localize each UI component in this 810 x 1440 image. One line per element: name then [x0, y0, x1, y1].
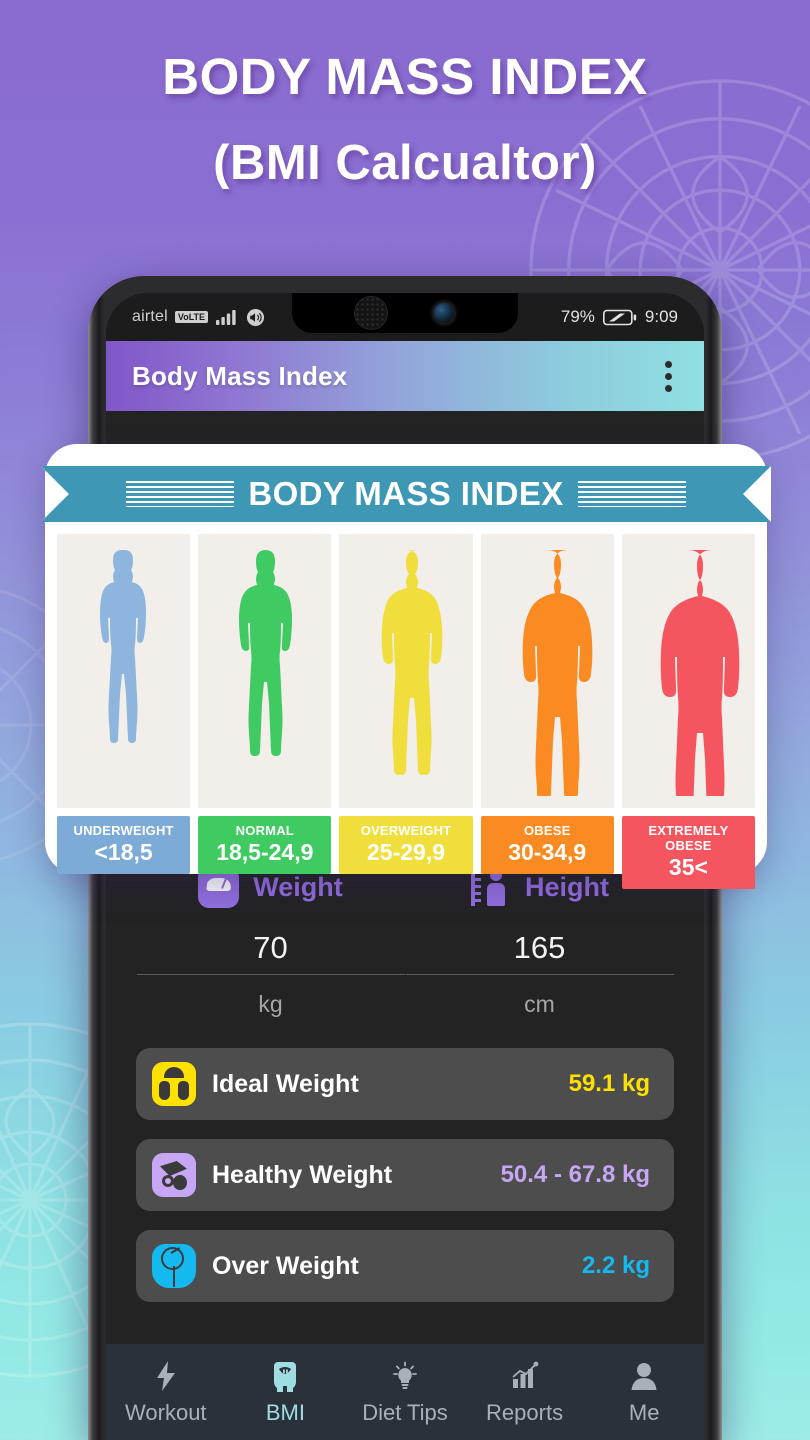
bmi-chart-card: BODY MASS INDEX UNDERWEIGHT <18,5 NORMAL… — [41, 444, 771, 889]
bmi-category-list: UNDERWEIGHT <18,5 NORMAL 18,5-24,9 OVERW… — [45, 522, 767, 889]
bmi-category-name: OVERWEIGHT — [360, 823, 452, 838]
bmi-figure-cell — [621, 534, 756, 808]
bmi-scale-icon — [270, 1359, 300, 1393]
height-underline — [405, 974, 674, 975]
bmi-category-name: OBESE — [523, 823, 571, 838]
ideal-weight-scale-icon — [152, 1062, 196, 1106]
lightning-bolt-icon — [155, 1359, 177, 1393]
healthy-weight-label: Healthy Weight — [212, 1160, 393, 1189]
phone-notch — [292, 293, 518, 333]
earpiece-speaker-icon — [354, 296, 388, 330]
bar-chart-icon — [510, 1359, 540, 1393]
body-extremely-obese-icon — [661, 550, 740, 796]
nav-item-workout[interactable]: Workout — [106, 1359, 226, 1426]
bmi-category-range: 18,5-24,9 — [216, 839, 314, 865]
bmi-category-underweight[interactable]: UNDERWEIGHT <18,5 — [57, 534, 191, 889]
bmi-chart-title: BODY MASS INDEX — [248, 475, 564, 512]
kebab-menu-icon[interactable] — [659, 355, 678, 398]
bmi-category-range: 30-34,9 — [508, 839, 587, 865]
bmi-chart-ribbon: BODY MASS INDEX — [41, 466, 771, 522]
body-overweight-icon — [381, 550, 443, 775]
ribbon-lines-right-icon — [577, 481, 686, 507]
height-value[interactable]: 165 — [514, 930, 566, 966]
bmi-category-range: <18,5 — [94, 839, 153, 865]
bmi-category-normal[interactable]: NORMAL 18,5-24,9 — [198, 534, 332, 889]
status-bar: airtel VoLTE 79% 9:09 — [106, 293, 704, 341]
status-bar-left: airtel VoLTE — [106, 308, 265, 327]
bmi-category-overweight[interactable]: OVERWEIGHT 25-29,9 — [339, 534, 473, 889]
body-normal-icon — [238, 550, 292, 756]
poster-title-line1: BODY MASS INDEX — [162, 48, 648, 105]
bmi-category-name: UNDERWEIGHT — [73, 823, 174, 838]
result-row-ideal-weight[interactable]: Ideal Weight 59.1 kg — [136, 1048, 674, 1120]
bmi-figure-cell — [480, 534, 614, 808]
nav-label-workout: Workout — [125, 1399, 207, 1425]
bmi-category-badge: OVERWEIGHT 25-29,9 — [339, 816, 473, 874]
weight-value[interactable]: 70 — [253, 930, 287, 966]
nav-item-bmi[interactable]: BMI — [226, 1359, 346, 1426]
over-weight-label: Over Weight — [212, 1251, 359, 1280]
front-camera-icon — [432, 301, 456, 325]
weight-unit: kg — [258, 991, 283, 1017]
ribbon-lines-left-icon — [126, 481, 235, 507]
person-icon — [630, 1359, 658, 1393]
bmi-category-badge: UNDERWEIGHT <18,5 — [57, 816, 191, 874]
bmi-category-range: 25-29,9 — [367, 839, 446, 865]
signal-bars-icon — [216, 310, 236, 325]
bmi-category-badge: OBESE 30-34,9 — [480, 816, 614, 874]
nav-label-bmi: BMI — [265, 1399, 305, 1425]
weight-underline — [136, 974, 405, 975]
over-weight-value: 2.2 kg — [581, 1252, 650, 1279]
call-volume-icon — [247, 308, 265, 326]
height-unit: cm — [524, 991, 555, 1017]
body-underweight-icon — [99, 550, 146, 743]
weight-input-group[interactable]: Weight 70 kg — [136, 867, 405, 1018]
nav-label-me: Me — [628, 1399, 660, 1425]
height-input-group[interactable]: Height 165 cm — [405, 867, 674, 1018]
volte-badge: VoLTE — [174, 311, 209, 323]
result-row-over-weight[interactable]: Over Weight 2.2 kg — [136, 1230, 674, 1302]
results-list: Ideal Weight 59.1 kg Healthy Weight 50.4… — [106, 1018, 704, 1302]
clock-label: 9:09 — [644, 307, 678, 326]
result-row-healthy-weight[interactable]: Healthy Weight 50.4 - 67.8 kg — [136, 1139, 674, 1211]
battery-icon — [602, 309, 637, 325]
poster-headline: BODY MASS INDEX (BMI Calcualtor) — [0, 46, 810, 194]
bmi-category-obese[interactable]: OBESE 30-34,9 — [480, 534, 614, 889]
nav-label-diet-tips: Diet Tips — [362, 1399, 448, 1425]
carrier-label: airtel — [132, 308, 168, 325]
bmi-figure-cell — [198, 534, 332, 808]
healthy-weight-value: 50.4 - 67.8 kg — [500, 1161, 650, 1188]
healthy-weight-food-icon — [152, 1153, 196, 1197]
battery-percent-label: 79% — [560, 307, 595, 326]
bmi-category-name: EXTREMELY OBESE — [648, 823, 729, 853]
ideal-weight-label: Ideal Weight — [212, 1069, 359, 1098]
bottom-navigation: Workout BMI Diet Tips Reports Me — [106, 1344, 704, 1440]
nav-item-reports[interactable]: Reports — [465, 1359, 585, 1426]
nav-label-reports: Reports — [486, 1399, 564, 1425]
status-bar-right: 79% 9:09 — [561, 307, 704, 327]
bmi-category-badge: NORMAL 18,5-24,9 — [198, 816, 332, 874]
bmi-category-extremely-obese[interactable]: EXTREMELY OBESE 35< — [621, 534, 756, 889]
lightbulb-icon — [390, 1359, 420, 1393]
over-weight-scale-icon — [152, 1244, 196, 1288]
body-obese-icon — [522, 550, 593, 796]
bmi-figure-cell — [57, 534, 191, 808]
app-bar: Body Mass Index — [106, 341, 704, 411]
app-bar-title: Body Mass Index — [132, 360, 348, 391]
bmi-figure-cell — [339, 534, 473, 808]
nav-item-me[interactable]: Me — [584, 1359, 704, 1426]
bmi-category-name: NORMAL — [235, 823, 294, 838]
poster-title-line2: (BMI Calcualtor) — [213, 136, 597, 190]
bmi-category-badge: EXTREMELY OBESE 35< — [621, 816, 756, 889]
bmi-category-range: 35< — [668, 854, 708, 880]
ideal-weight-value: 59.1 kg — [568, 1070, 650, 1097]
nav-item-diet-tips[interactable]: Diet Tips — [345, 1359, 465, 1426]
